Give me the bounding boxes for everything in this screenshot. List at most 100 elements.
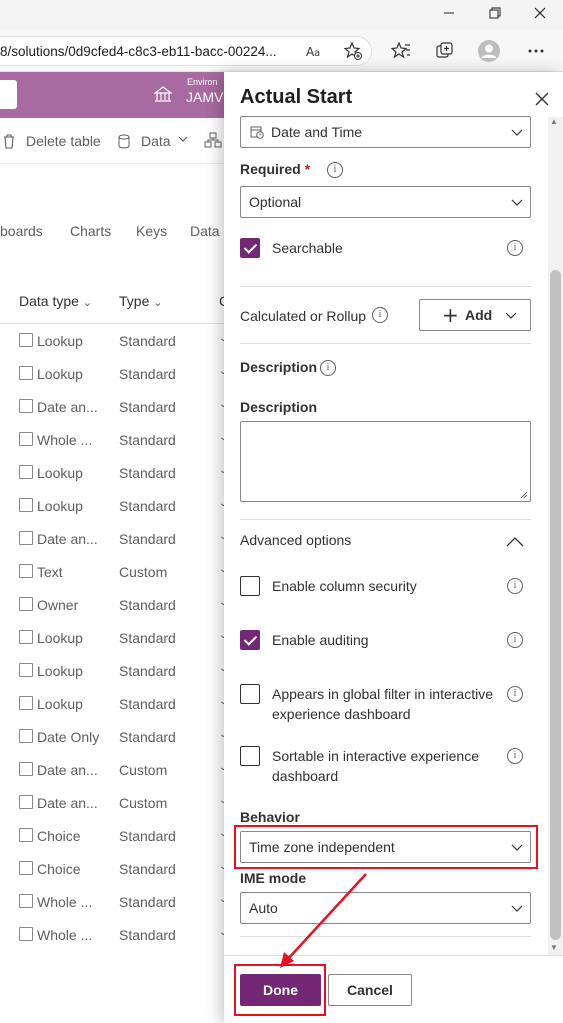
minimize-icon[interactable] <box>426 4 472 26</box>
table-row[interactable]: Whole ...Standard⌄ <box>0 894 227 927</box>
data-type-icon <box>19 498 33 512</box>
table-row[interactable]: Date an...Custom⌄ <box>0 795 227 828</box>
table-row[interactable]: LookupStandard⌄ <box>0 366 227 399</box>
data-type-cell: Choice <box>37 861 81 877</box>
info-icon[interactable]: i <box>372 307 388 323</box>
data-type-icon <box>19 597 33 611</box>
table-row[interactable]: Date an...Custom⌄ <box>0 762 227 795</box>
required-select[interactable]: Optional <box>240 186 531 218</box>
data-type-cell: Date an... <box>37 531 98 547</box>
add-calculated-button[interactable]: + Add <box>419 299 531 331</box>
url-text: 8/solutions/0d9cfed4-c8c3-eb11-bacc-0022… <box>0 44 277 59</box>
calendar-clock-icon <box>250 125 264 142</box>
chevron-down-icon <box>504 308 518 322</box>
resize-handle-icon[interactable] <box>520 491 528 499</box>
svg-text:a: a <box>314 48 320 58</box>
browser-titlebar <box>0 0 563 30</box>
info-icon[interactable]: i <box>507 632 523 648</box>
read-aloud-icon[interactable]: Aa <box>302 38 328 64</box>
info-icon[interactable]: i <box>327 162 343 178</box>
table-row[interactable]: LookupStandard⌄ <box>0 696 227 729</box>
divider <box>240 286 531 287</box>
tab-dashboards[interactable]: boards <box>0 223 43 239</box>
column-header-data-type[interactable]: Data type ⌄ <box>19 293 92 309</box>
required-value: Optional <box>249 194 302 210</box>
table-row[interactable]: Whole ...Standard⌄ <box>0 432 227 465</box>
url-field[interactable]: 8/solutions/0d9cfed4-c8c3-eb11-bacc-0022… <box>0 36 372 66</box>
table-row[interactable]: Date OnlyStandard⌄ <box>0 729 227 762</box>
add-favorite-icon[interactable] <box>340 38 366 64</box>
info-icon[interactable]: i <box>320 360 336 376</box>
auditing-checkbox[interactable] <box>240 630 260 650</box>
restore-icon[interactable] <box>472 4 518 26</box>
type-cell: Standard <box>119 399 176 415</box>
divider <box>240 936 531 937</box>
tab-charts[interactable]: Charts <box>70 223 111 239</box>
table-row[interactable]: TextCustom⌄ <box>0 564 227 597</box>
ime-mode-value: Auto <box>249 900 278 916</box>
table-row[interactable]: LookupStandard⌄ <box>0 663 227 696</box>
table-row[interactable]: OwnerStandard⌄ <box>0 597 227 630</box>
description-textarea[interactable] <box>240 421 531 502</box>
table-row[interactable]: Whole ...Standard⌄ <box>0 927 227 960</box>
scroll-down-icon[interactable]: ▼ <box>550 943 558 952</box>
data-type-icon <box>19 861 33 875</box>
collections-icon[interactable] <box>432 38 458 64</box>
data-type-select[interactable]: Date and Time <box>240 116 531 148</box>
chevron-down-icon <box>177 133 189 148</box>
divider <box>240 519 531 520</box>
data-type-cell: Date an... <box>37 399 98 415</box>
info-icon[interactable]: i <box>507 578 523 594</box>
divider <box>0 323 224 324</box>
info-icon[interactable]: i <box>507 686 523 702</box>
column-header-label: Data type <box>19 293 79 309</box>
column-security-checkbox[interactable] <box>240 576 260 596</box>
app-search-box[interactable] <box>0 80 17 109</box>
tab-keys[interactable]: Keys <box>136 223 167 239</box>
data-type-cell: Lookup <box>37 630 83 646</box>
table-row[interactable]: LookupStandard⌄ <box>0 333 227 366</box>
table-row[interactable]: Date an...Standard⌄ <box>0 531 227 564</box>
type-cell: Standard <box>119 729 176 745</box>
chevron-down-icon <box>510 195 524 209</box>
profile-avatar[interactable] <box>476 38 502 64</box>
type-cell: Standard <box>119 828 176 844</box>
type-cell: Custom <box>119 762 168 778</box>
delete-table-command[interactable]: Delete table <box>26 133 101 149</box>
table-row[interactable]: ChoiceStandard⌄ <box>0 861 227 894</box>
type-cell: Standard <box>119 663 176 679</box>
data-type-cell: Lookup <box>37 498 83 514</box>
close-icon[interactable] <box>517 4 563 26</box>
data-type-cell: Choice <box>37 828 81 844</box>
cancel-button[interactable]: Cancel <box>328 974 412 1006</box>
type-cell: Standard <box>119 333 176 349</box>
more-options-icon[interactable] <box>523 38 549 64</box>
table-row[interactable]: Date an...Standard⌄ <box>0 399 227 432</box>
info-icon[interactable]: i <box>507 240 523 256</box>
table-row[interactable]: LookupStandard⌄ <box>0 630 227 663</box>
table-row[interactable]: ChoiceStandard⌄ <box>0 828 227 861</box>
ime-mode-select[interactable]: Auto <box>240 892 531 924</box>
searchable-checkbox[interactable] <box>240 238 260 258</box>
data-icon <box>118 134 130 152</box>
column-header-type[interactable]: Type ⌄ <box>119 293 162 309</box>
scroll-up-icon[interactable]: ▲ <box>550 117 558 126</box>
sortable-checkbox[interactable] <box>240 746 260 766</box>
type-cell: Standard <box>119 696 176 712</box>
data-type-cell: Date an... <box>37 762 98 778</box>
global-filter-checkbox[interactable] <box>240 684 260 704</box>
info-icon[interactable]: i <box>507 748 523 764</box>
chevron-up-icon[interactable] <box>506 535 524 551</box>
tab-data[interactable]: Data <box>190 223 220 239</box>
type-cell: Standard <box>119 630 176 646</box>
data-type-cell: Lookup <box>37 333 83 349</box>
data-command[interactable]: Data <box>141 133 171 149</box>
auditing-label: Enable auditing <box>272 632 369 648</box>
data-type-icon <box>19 432 33 446</box>
table-row[interactable]: LookupStandard⌄ <box>0 465 227 498</box>
panel-scrollbar-thumb[interactable] <box>550 270 561 940</box>
favorites-icon[interactable] <box>388 38 414 64</box>
sortable-label: Sortable in interactive experience <box>272 748 480 764</box>
table-row[interactable]: LookupStandard⌄ <box>0 498 227 531</box>
close-panel-icon[interactable] <box>531 88 553 110</box>
